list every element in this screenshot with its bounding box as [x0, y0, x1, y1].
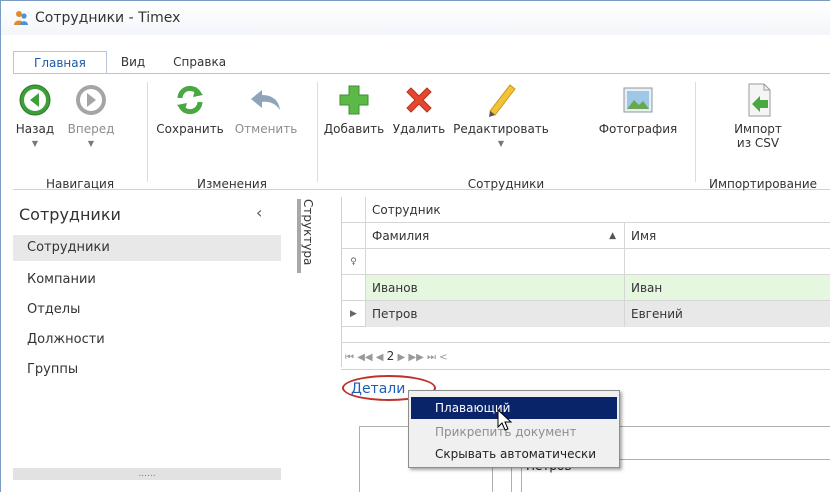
app-window: Сотрудники - Timex Главная Вид Справка Н…	[0, 0, 830, 492]
import-label-1: Импорт	[734, 122, 782, 136]
arrow-left-icon	[17, 82, 53, 118]
add-button[interactable]: Добавить	[321, 82, 387, 136]
table-row[interactable]: Иванов Иван	[366, 275, 830, 301]
plus-icon	[336, 82, 372, 118]
app-people-icon	[13, 10, 29, 26]
pager-last-icon[interactable]: ⏭	[427, 352, 436, 363]
grid-column-header: Фамилия ▲ Имя	[342, 223, 830, 249]
tab-home[interactable]: Главная	[13, 51, 107, 74]
arrow-right-icon	[73, 82, 109, 118]
navigation-sidebar: Сотрудники ‹ Сотрудники Компании Отделы …	[13, 197, 281, 492]
cancel-label: Отменить	[234, 122, 298, 136]
back-button[interactable]: Назад ▼	[13, 82, 57, 151]
photo-button[interactable]: Фотография	[593, 82, 683, 136]
group-label-importing: Импортирование	[708, 177, 818, 191]
sidebar-item-positions[interactable]: Должности	[13, 327, 281, 353]
pager-first-icon[interactable]: ⏮	[345, 352, 354, 363]
filter-cell-firstname[interactable]	[625, 249, 631, 275]
dropdown-caret-icon: ▼	[497, 139, 505, 148]
photo-icon	[620, 82, 656, 118]
title-bar: Сотрудники - Timex	[1, 1, 830, 35]
edit-button[interactable]: Редактировать ▼	[453, 82, 549, 151]
ribbon-panel: Назад ▼ Вперед ▼ Навигация Сохранить Отм…	[13, 73, 830, 191]
delete-x-icon	[401, 82, 437, 118]
table-row[interactable]: ▶ Петров Евгений	[342, 301, 830, 327]
back-label: Назад	[15, 122, 55, 136]
sidebar-item-groups[interactable]: Группы	[13, 357, 281, 383]
group-separator	[695, 82, 696, 182]
column-lastname-label: Фамилия	[372, 229, 430, 243]
row-indicator	[342, 275, 366, 301]
save-button[interactable]: Сохранить	[155, 82, 225, 136]
cell-lastname: Петров	[366, 301, 625, 327]
sidebar-resize-grip[interactable]: ......	[13, 468, 281, 480]
undo-icon	[248, 82, 284, 118]
tab-help[interactable]: Справка	[159, 51, 240, 73]
refresh-save-icon	[172, 82, 208, 118]
grid-band-header: Сотрудник	[342, 197, 830, 223]
structure-tab[interactable]: Структура	[297, 199, 315, 273]
cell-lastname: Иванов	[366, 275, 625, 301]
cell-firstname: Евгений	[625, 301, 830, 327]
filter-cell-lastname[interactable]	[366, 249, 625, 275]
grid-pager: ⏮ ◀◀ ◀ 2 ▶ ▶▶ ⏭ <	[341, 342, 830, 368]
sort-ascending-icon: ▲	[609, 231, 616, 241]
column-header-firstname[interactable]: Имя	[625, 223, 656, 249]
cell-firstname: Иван	[631, 281, 663, 295]
sidebar-item-employees[interactable]: Сотрудники	[13, 235, 281, 261]
save-label: Сохранить	[156, 122, 224, 136]
pager-next-icon[interactable]: ▶	[397, 352, 405, 363]
import-file-icon	[740, 82, 776, 118]
import-label-2: из CSV	[736, 136, 780, 150]
band-indicator	[342, 197, 366, 223]
photo-label: Фотография	[598, 122, 678, 136]
delete-label: Удалить	[392, 122, 446, 136]
window-title: Сотрудники - Timex	[35, 10, 181, 26]
menu-item-auto-hide[interactable]: Скрывать автоматически	[411, 443, 617, 465]
band-title: Сотрудник	[372, 203, 441, 217]
group-label-employees: Сотрудники	[467, 177, 545, 191]
ribbon-tabs: Главная Вид Справка	[13, 51, 240, 74]
dropdown-caret-icon: ▼	[31, 139, 39, 148]
pager-prev-page-icon[interactable]: ◀◀	[357, 352, 372, 363]
sidebar-item-companies[interactable]: Компании	[13, 267, 281, 293]
filter-pin-icon: ♀	[342, 249, 366, 275]
group-label-navigation: Навигация	[45, 177, 115, 191]
dropdown-caret-icon: ▼	[87, 139, 95, 148]
column-header-lastname[interactable]: Фамилия ▲	[366, 223, 625, 249]
current-row-arrow-icon: ▶	[342, 301, 366, 327]
import-csv-button[interactable]: Импорт из CSV	[713, 82, 803, 150]
group-separator	[147, 82, 148, 182]
pager-more-icon[interactable]: <	[439, 352, 447, 363]
tab-view[interactable]: Вид	[107, 51, 159, 73]
group-separator	[317, 82, 318, 182]
forward-button[interactable]: Вперед ▼	[63, 82, 119, 151]
pager-prev-icon[interactable]: ◀	[376, 352, 384, 363]
header-indicator	[342, 223, 366, 249]
delete-button[interactable]: Удалить	[391, 82, 447, 136]
pencil-icon	[483, 82, 519, 118]
pager-current-page[interactable]: 2	[387, 349, 395, 363]
pager-next-page-icon[interactable]: ▶▶	[408, 352, 423, 363]
edit-label: Редактировать	[453, 122, 549, 136]
add-label: Добавить	[323, 122, 385, 136]
mouse-pointer-icon	[497, 408, 515, 436]
collapse-chevron-icon[interactable]: ‹	[256, 203, 262, 222]
filter-row: ♀	[342, 249, 830, 275]
forward-label: Вперед	[67, 122, 115, 136]
sidebar-title: Сотрудники	[19, 205, 121, 224]
sidebar-item-departments[interactable]: Отделы	[13, 297, 281, 323]
cancel-button[interactable]: Отменить	[231, 82, 301, 136]
group-label-changes: Изменения	[197, 177, 267, 191]
